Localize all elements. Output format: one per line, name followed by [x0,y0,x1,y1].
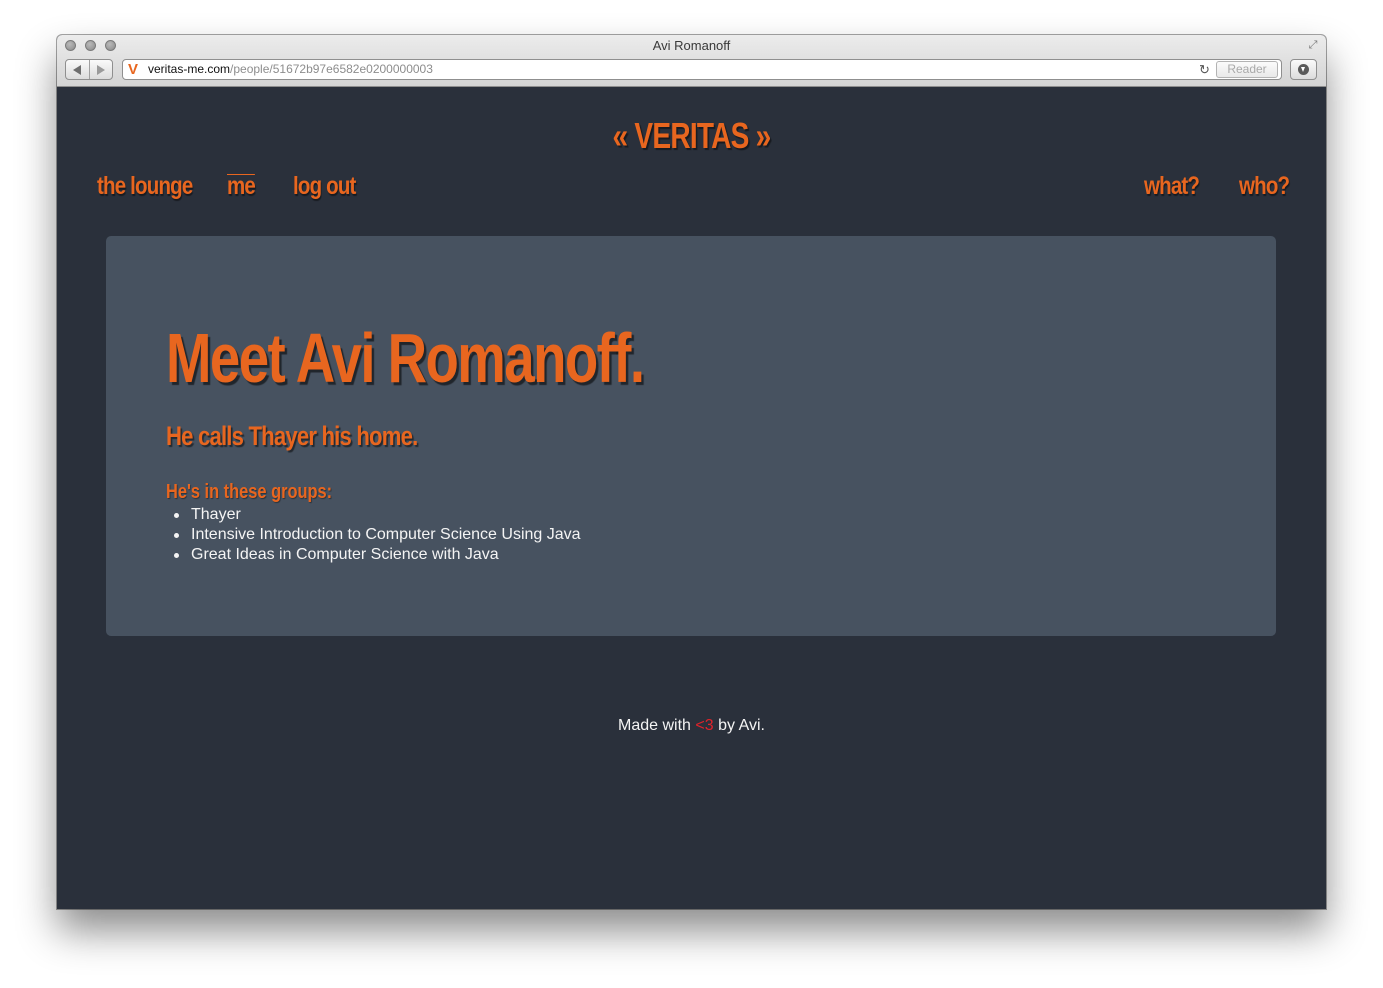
site-logo[interactable]: « VERITAS » [197,115,1187,157]
footer-prefix: Made with [618,717,691,734]
browser-window: Avi Romanoff ⤢ V veritas-me.com/people/5… [57,35,1326,909]
reader-button[interactable]: Reader [1216,61,1278,78]
group-item: Great Ideas in Computer Science with Jav… [174,545,581,565]
url-path: /people/51672b97e6582e0200000003 [230,62,433,76]
back-button[interactable] [66,60,89,79]
nav-link-log-out[interactable]: log out [293,172,356,201]
group-item: Intensive Introduction to Computer Scien… [174,526,581,543]
window-title: Avi Romanoff [652,38,731,53]
group-item: Thayer [174,505,581,525]
nav-link-the-lounge[interactable]: the lounge [97,172,193,201]
history-buttons [65,59,113,80]
footer-heart: <3 [695,717,714,734]
groups-heading: He's in these groups: [166,481,333,503]
profile-home: He calls Thayer his home. [166,421,418,451]
browser-toolbar: Avi Romanoff ⤢ V veritas-me.com/people/5… [57,35,1326,87]
reload-icon[interactable]: ↻ [1199,61,1210,79]
footer: Made with <3 by Avi. [57,716,1326,736]
profile-title: Meet Avi Romanoff. [166,319,645,397]
downloads-button[interactable] [1290,59,1317,80]
forward-button[interactable] [88,60,113,79]
fullscreen-icon[interactable]: ⤢ [1306,38,1320,52]
favicon-icon: V [128,61,139,78]
url-text[interactable]: veritas-me.com/people/51672b97e6582e0200… [148,62,433,77]
forward-arrow-icon [96,64,105,75]
nav-link-who[interactable]: who? [1239,172,1290,201]
back-arrow-icon [73,64,82,75]
download-icon [1298,64,1309,75]
profile-panel: Meet Avi Romanoff. He calls Thayer his h… [106,236,1276,636]
address-bar[interactable]: V veritas-me.com/people/51672b97e6582e02… [122,59,1282,80]
footer-suffix: by Avi. [718,717,765,734]
nav-link-what[interactable]: what? [1144,172,1200,201]
url-domain: veritas-me.com [148,62,231,76]
nav-link-me[interactable]: me [227,172,256,201]
groups-list: Thayer Intensive Introduction to Compute… [166,505,581,565]
